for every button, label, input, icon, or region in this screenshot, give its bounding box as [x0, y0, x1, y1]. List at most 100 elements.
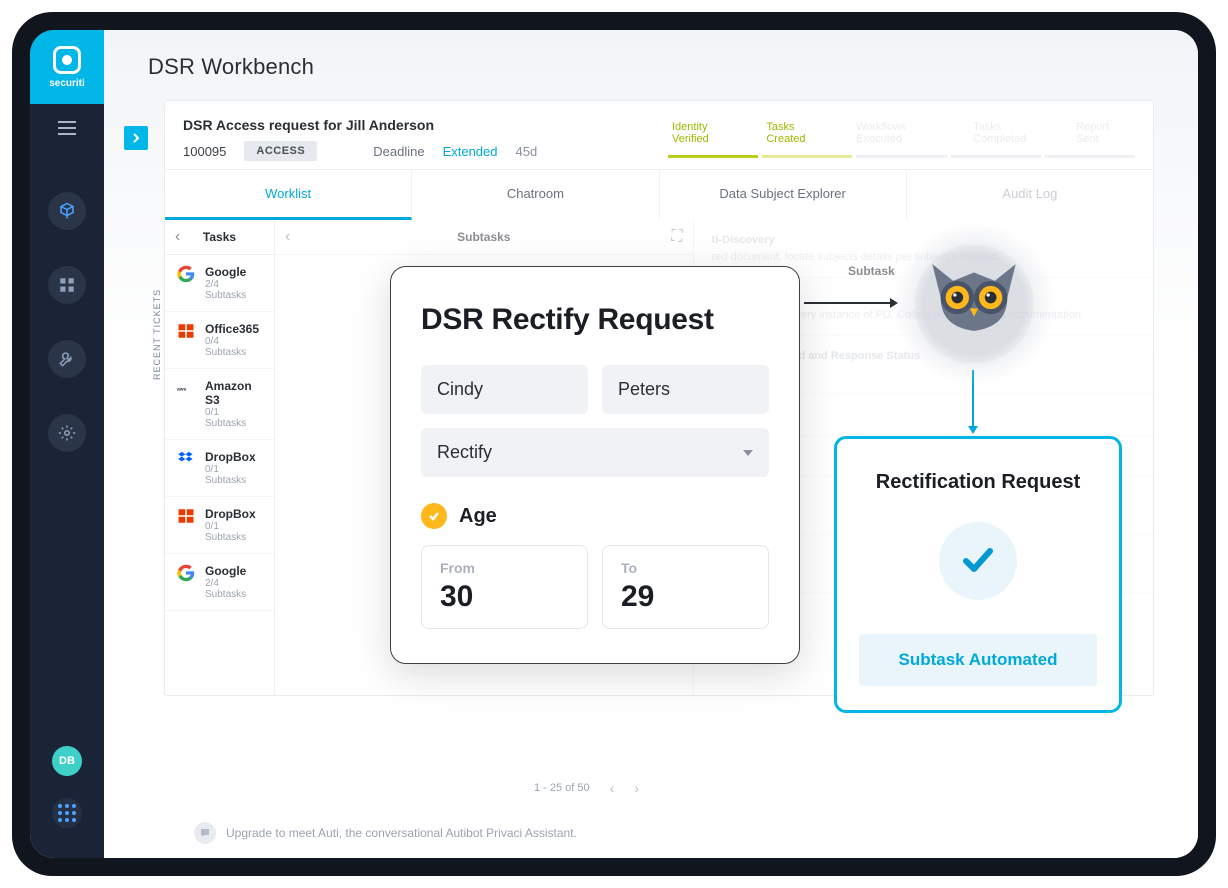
task-subtask-count: 0/1 Subtasks — [205, 521, 262, 543]
user-avatar[interactable]: DB — [52, 746, 82, 776]
progress-bar-5 — [1045, 155, 1135, 158]
task-item[interactable]: aws Amazon S30/1 Subtasks — [165, 369, 274, 440]
dropbox-icon — [177, 450, 195, 468]
progress-bar-1 — [668, 155, 758, 158]
pager-prev-button[interactable]: ‹ — [610, 780, 615, 796]
task-name: DropBox — [205, 507, 262, 521]
subtasks-back-button[interactable]: ‹ — [285, 228, 290, 246]
office-icon — [177, 322, 195, 340]
to-value-box[interactable]: To 29 — [602, 545, 769, 629]
task-subtask-count: 0/4 Subtasks — [205, 336, 262, 358]
tasks-back-button[interactable]: ‹ — [175, 228, 180, 246]
svg-text:aws: aws — [177, 387, 187, 392]
google-icon — [177, 564, 195, 582]
chat-bubble-icon — [194, 822, 216, 844]
subtasks-column-title: Subtasks — [457, 230, 510, 244]
office-icon — [177, 507, 195, 525]
stage-workflows: Workflows Executed — [856, 121, 949, 145]
tab-worklist[interactable]: Worklist — [165, 170, 412, 220]
to-label: To — [621, 560, 750, 576]
request-type-badge: ACCESS — [244, 141, 317, 161]
to-value: 29 — [621, 580, 750, 614]
stage-identity: Identity Verified — [672, 121, 742, 145]
request-type-value: Rectify — [437, 442, 492, 463]
success-indicator — [939, 522, 1017, 600]
panel-tabs: Worklist Chatroom Data Subject Explorer … — [165, 169, 1153, 220]
deadline-label: Deadline — [373, 144, 424, 159]
subtask-detail-title: Subtask — [848, 264, 895, 278]
google-icon — [177, 265, 195, 283]
task-subtask-count: 2/4 Subtasks — [205, 279, 262, 301]
nav-home-button[interactable] — [48, 192, 86, 230]
tab-chatroom[interactable]: Chatroom — [412, 170, 659, 220]
main-content: DSR Workbench RECENT TICKETS DSR Access … — [104, 30, 1198, 858]
task-item[interactable]: Google2/4 Subtasks — [165, 554, 274, 611]
deadline-status[interactable]: Extended — [443, 144, 498, 159]
last-name-field[interactable]: Peters — [602, 365, 769, 414]
gear-icon — [58, 424, 76, 442]
progress-bar-3 — [856, 155, 946, 158]
large-checkmark-icon — [956, 539, 1000, 583]
brand-glyph-icon — [53, 46, 81, 74]
modal-title: DSR Rectify Request — [421, 303, 769, 337]
menu-toggle-button[interactable] — [30, 104, 104, 152]
task-name: DropBox — [205, 450, 262, 464]
task-subtask-count: 0/1 Subtasks — [205, 407, 262, 429]
chevron-down-icon — [743, 450, 753, 456]
result-title: Rectification Request — [859, 471, 1097, 494]
tab-data-subject[interactable]: Data Subject Explorer — [660, 170, 907, 220]
hamburger-icon — [58, 127, 76, 129]
tasks-column: ‹ Tasks Google2/4 SubtasksOffice3650/4 S… — [165, 220, 275, 695]
subtask-automated-button[interactable]: Subtask Automated — [859, 634, 1097, 686]
nav-dashboard-button[interactable] — [48, 266, 86, 304]
tasks-column-title: Tasks — [203, 230, 236, 244]
tab-audit-log[interactable]: Audit Log — [907, 170, 1153, 220]
aws-icon: aws — [177, 379, 195, 397]
recent-tickets-toggle[interactable] — [124, 126, 148, 150]
nav-settings-button[interactable] — [48, 414, 86, 452]
task-name: Google — [205, 265, 262, 279]
task-name: Google — [205, 564, 262, 578]
request-title: DSR Access request for Jill Anderson — [183, 117, 650, 133]
wrench-icon — [58, 350, 76, 368]
chevron-right-icon — [131, 133, 141, 143]
recent-tickets-label: RECENT TICKETS — [152, 289, 162, 380]
upgrade-text: Upgrade to meet Auti, the conversational… — [226, 826, 577, 840]
task-item[interactable]: DropBox0/1 Subtasks — [165, 440, 274, 497]
cube-icon — [58, 202, 76, 220]
rectify-modal: DSR Rectify Request Cindy Peters Rectify… — [390, 266, 800, 664]
task-subtask-count: 2/4 Subtasks — [205, 578, 262, 600]
task-subtask-count: 0/1 Subtasks — [205, 464, 262, 486]
pager-next-button[interactable]: › — [634, 780, 639, 796]
task-item[interactable]: Office3650/4 Subtasks — [165, 312, 274, 369]
progress-bar-2 — [762, 155, 852, 158]
expand-icon[interactable]: ⛶ — [671, 228, 682, 246]
task-name: Amazon S3 — [205, 379, 262, 407]
stage-report: Report Sent — [1076, 121, 1131, 145]
request-type-select[interactable]: Rectify — [421, 428, 769, 477]
first-name-field[interactable]: Cindy — [421, 365, 588, 414]
from-label: From — [440, 560, 569, 576]
task-name: Office365 — [205, 322, 262, 336]
pager-text: 1 - 25 of 50 — [534, 782, 590, 794]
apps-menu-button[interactable] — [52, 798, 82, 828]
upgrade-banner[interactable]: Upgrade to meet Auti, the conversational… — [194, 822, 1168, 844]
page-title: DSR Workbench — [104, 30, 1198, 100]
task-item[interactable]: DropBox0/1 Subtasks — [165, 497, 274, 554]
deadline-days: 45d — [516, 144, 538, 159]
task-item[interactable]: Google2/4 Subtasks — [165, 255, 274, 312]
from-value: 30 — [440, 580, 569, 614]
owl-icon — [924, 260, 1024, 335]
progress-bar-4 — [951, 155, 1041, 158]
pagination: 1 - 25 of 50 ‹ › — [534, 780, 639, 796]
age-attribute-label: Age — [459, 505, 497, 528]
request-id: 100095 — [183, 144, 226, 159]
dashboard-icon — [58, 276, 76, 294]
nav-tools-button[interactable] — [48, 340, 86, 378]
age-checkbox[interactable] — [421, 503, 447, 529]
brand-logo[interactable]: securiti — [30, 30, 104, 104]
flow-arrow-right — [804, 302, 896, 304]
from-value-box[interactable]: From 30 — [421, 545, 588, 629]
brand-name: securiti — [49, 78, 85, 89]
owl-bot-avatar — [894, 224, 1054, 384]
